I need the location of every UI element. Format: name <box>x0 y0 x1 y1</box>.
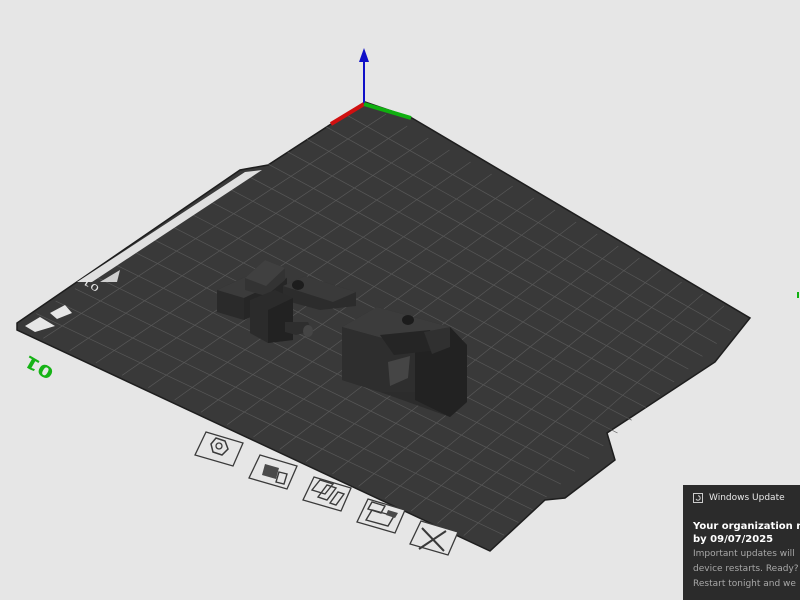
lock-icon[interactable] <box>248 454 298 490</box>
windows-update-icon <box>693 493 703 503</box>
notification-app-name: Windows Update <box>709 493 785 503</box>
notification-line: Restart tonight and we <box>693 579 796 589</box>
notification-header: Windows Update <box>693 493 800 503</box>
notification-line: Important updates will <box>693 549 795 559</box>
3d-viewport[interactable]: Bambu Smooth PEI Plate / High Temp Plate… <box>0 0 800 600</box>
notification-title: Your organization requ by 09/07/2025 <box>693 521 800 545</box>
z-axis-arrow <box>359 48 369 62</box>
notification-deadline: by 09/07/2025 <box>693 534 774 545</box>
hexagon-icon[interactable] <box>194 431 244 467</box>
windows-update-notification[interactable]: Windows Update Your organization requ by… <box>683 485 800 600</box>
notification-line: device restarts. Ready? <box>693 564 799 574</box>
notification-body: Important updates will device restarts. … <box>693 547 800 592</box>
plate-number[interactable]: 01 <box>21 351 57 383</box>
